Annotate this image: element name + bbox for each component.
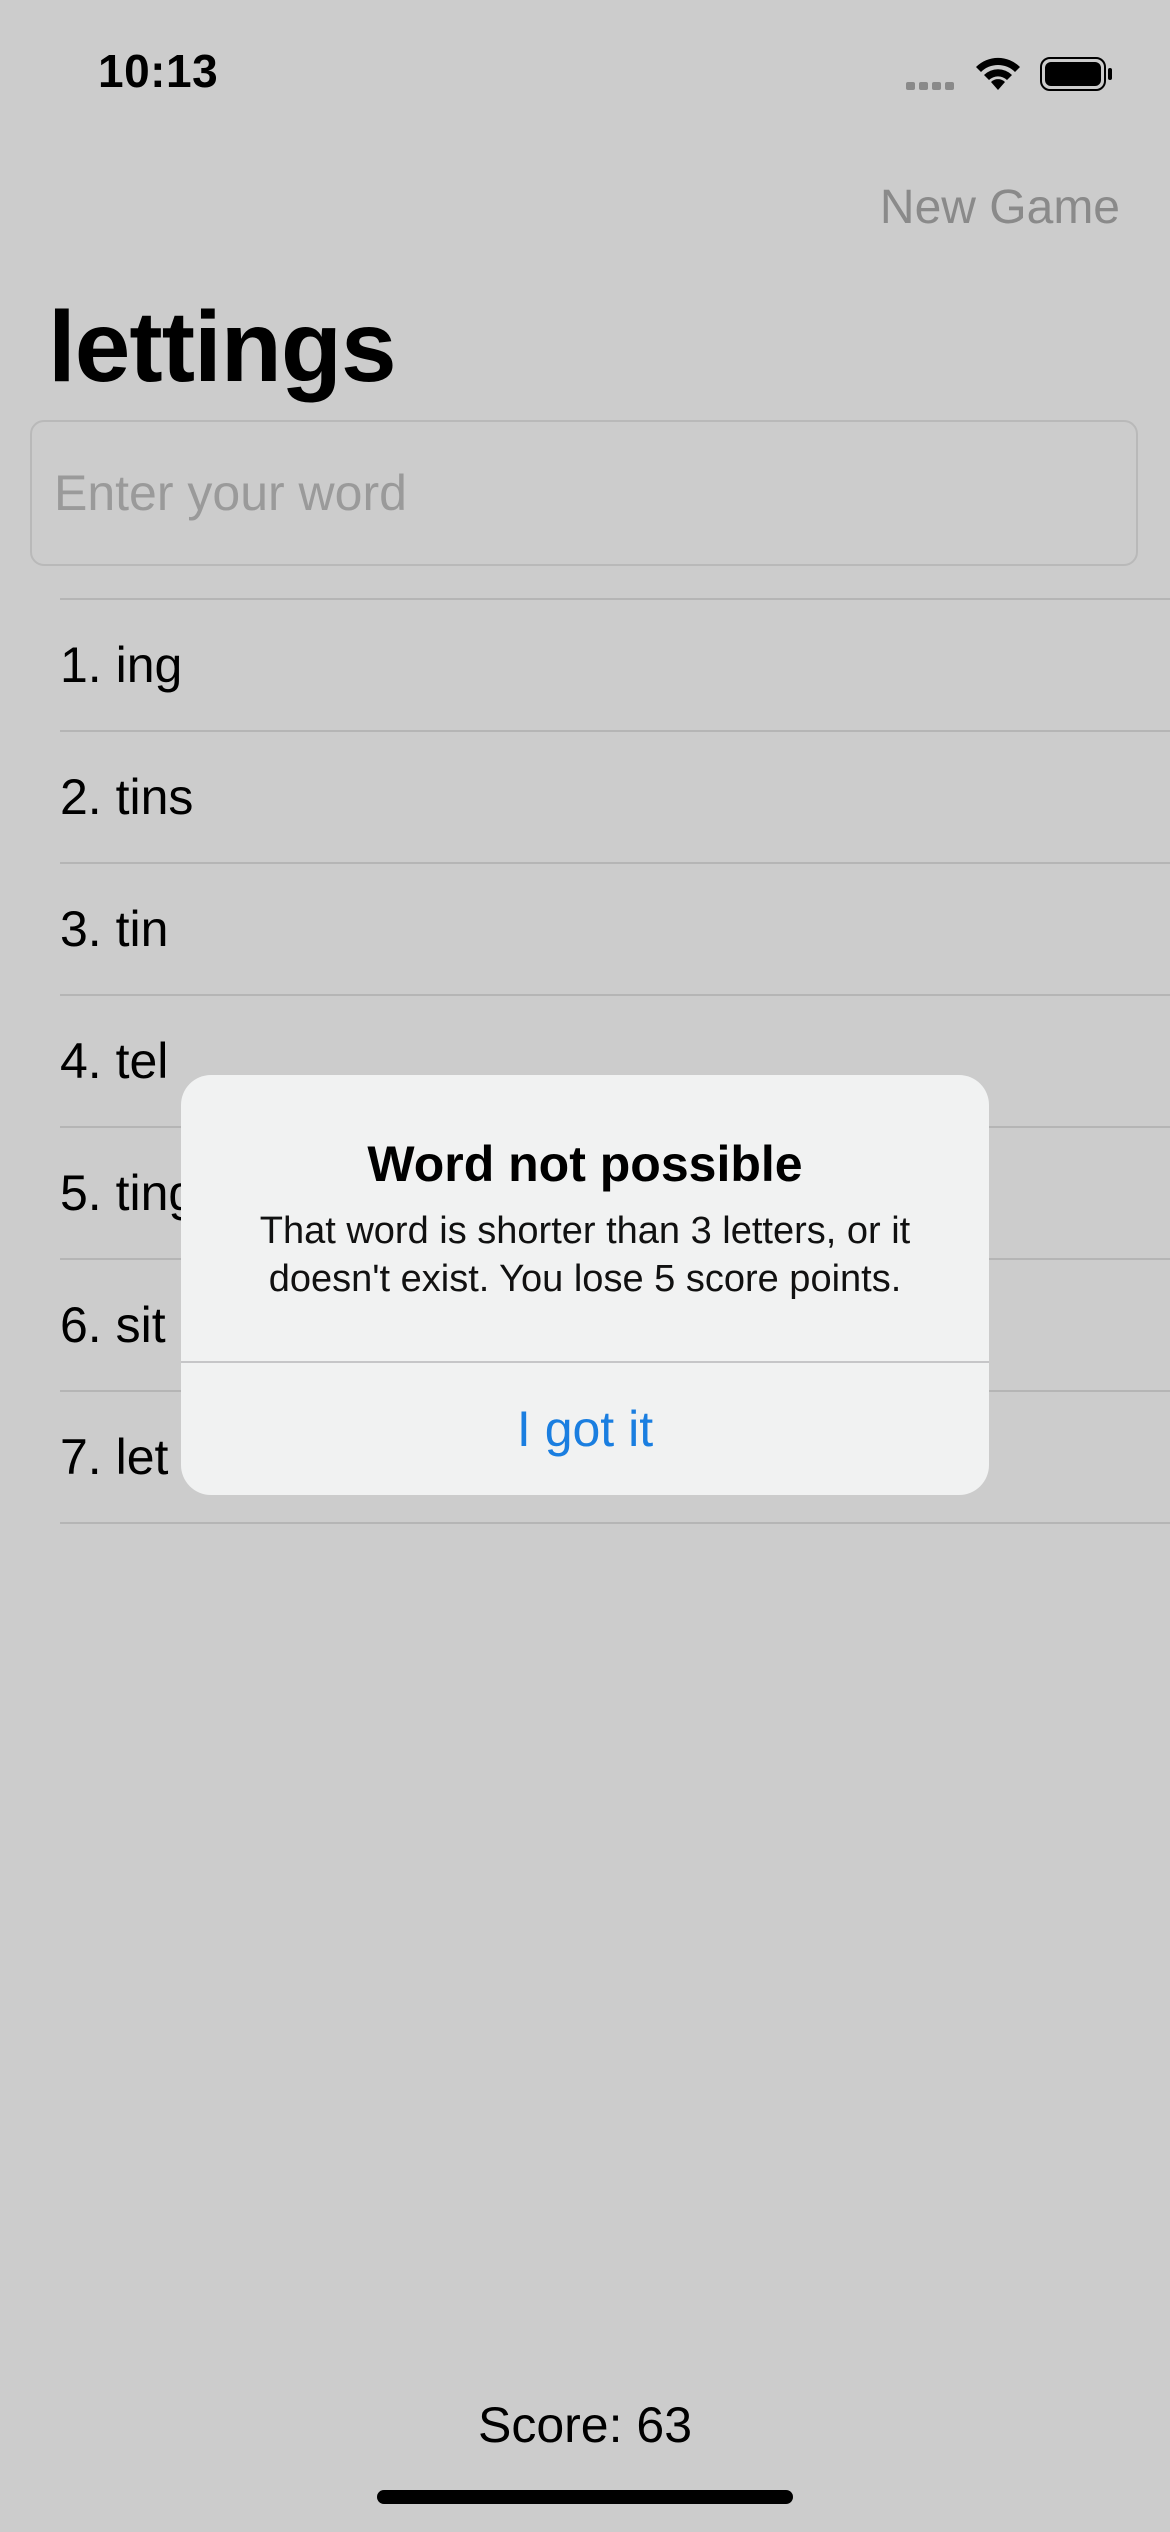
got-it-button[interactable]: I got it (181, 1363, 989, 1495)
new-game-button[interactable]: New Game (880, 180, 1120, 235)
score-label: Score: 63 (477, 2397, 692, 2453)
page-title: lettings (48, 291, 397, 403)
list-item: 2. tins (60, 732, 1170, 864)
home-indicator[interactable] (377, 2490, 793, 2504)
battery-icon (1040, 57, 1112, 91)
alert-message: That word is shorter than 3 letters, or … (259, 1210, 911, 1300)
wifi-icon (976, 57, 1020, 90)
alert-dialog: Word not possible That word is shorter t… (181, 1075, 989, 1495)
cellular-signal-icon (906, 82, 960, 92)
list-item: 1. ing (60, 600, 1170, 732)
status-time: 10:13 (98, 45, 219, 97)
alert-title: Word not possible (367, 1136, 803, 1192)
list-item: 3. tin (60, 864, 1170, 996)
word-input[interactable] (32, 422, 1136, 564)
word-input-container (30, 420, 1138, 566)
